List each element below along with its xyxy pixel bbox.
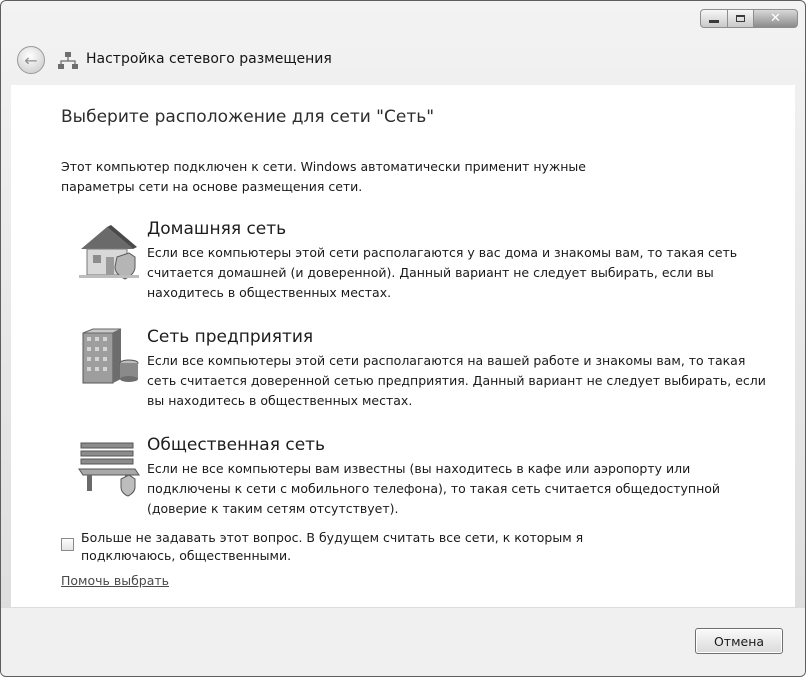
- option-work-network[interactable]: Сеть предприятия Если все компьютеры это…: [77, 327, 777, 423]
- dont-ask-again-label[interactable]: Больше не задавать этот вопрос. В будуще…: [81, 529, 641, 565]
- option-description: Если не все компьютеры вам известны (вы …: [147, 461, 721, 516]
- caption-buttons: ✕: [700, 9, 798, 28]
- back-button[interactable]: ←: [17, 46, 45, 74]
- home-icon: [79, 225, 139, 280]
- dont-ask-again-checkbox[interactable]: [61, 538, 74, 551]
- minimize-button[interactable]: [700, 9, 728, 28]
- option-public-network[interactable]: Общественная сеть Если не все компьютеры…: [77, 435, 777, 531]
- close-icon: ✕: [770, 11, 781, 26]
- maximize-icon: [736, 15, 745, 22]
- help-choose-link[interactable]: Помочь выбрать: [61, 573, 169, 588]
- option-title: Общественная сеть: [147, 435, 326, 455]
- content-area: Выберите расположение для сети "Сеть" Эт…: [11, 85, 795, 607]
- dialog-window: ✕ ← Настройка сетевого размещения Выбери…: [0, 0, 806, 677]
- option-home-network[interactable]: Домашняя сеть Если все компьютеры этой с…: [77, 219, 777, 315]
- back-arrow-icon: ←: [24, 50, 38, 70]
- park-bench-icon: [78, 442, 140, 497]
- office-building-icon: [82, 328, 139, 384]
- option-title: Домашняя сеть: [147, 219, 287, 239]
- navigation-bar: ← Настройка сетевого размещения: [1, 41, 805, 81]
- title-bar: ✕: [1, 1, 805, 37]
- option-description: Если все компьютеры этой сети располагаю…: [147, 353, 766, 408]
- maximize-button[interactable]: [728, 9, 754, 28]
- option-description: Если все компьютеры этой сети располагаю…: [147, 245, 738, 300]
- intro-text: Этот компьютер подключен к сети. Windows…: [61, 159, 586, 194]
- network-icon: [58, 52, 78, 69]
- minimize-icon: [709, 20, 719, 23]
- window-title: Настройка сетевого размещения: [86, 51, 332, 67]
- cancel-button[interactable]: Отмена: [695, 628, 783, 654]
- close-button[interactable]: ✕: [754, 9, 798, 28]
- dialog-footer: Отмена: [1, 607, 805, 676]
- option-title: Сеть предприятия: [147, 327, 314, 347]
- page-heading: Выберите расположение для сети "Сеть": [61, 107, 435, 127]
